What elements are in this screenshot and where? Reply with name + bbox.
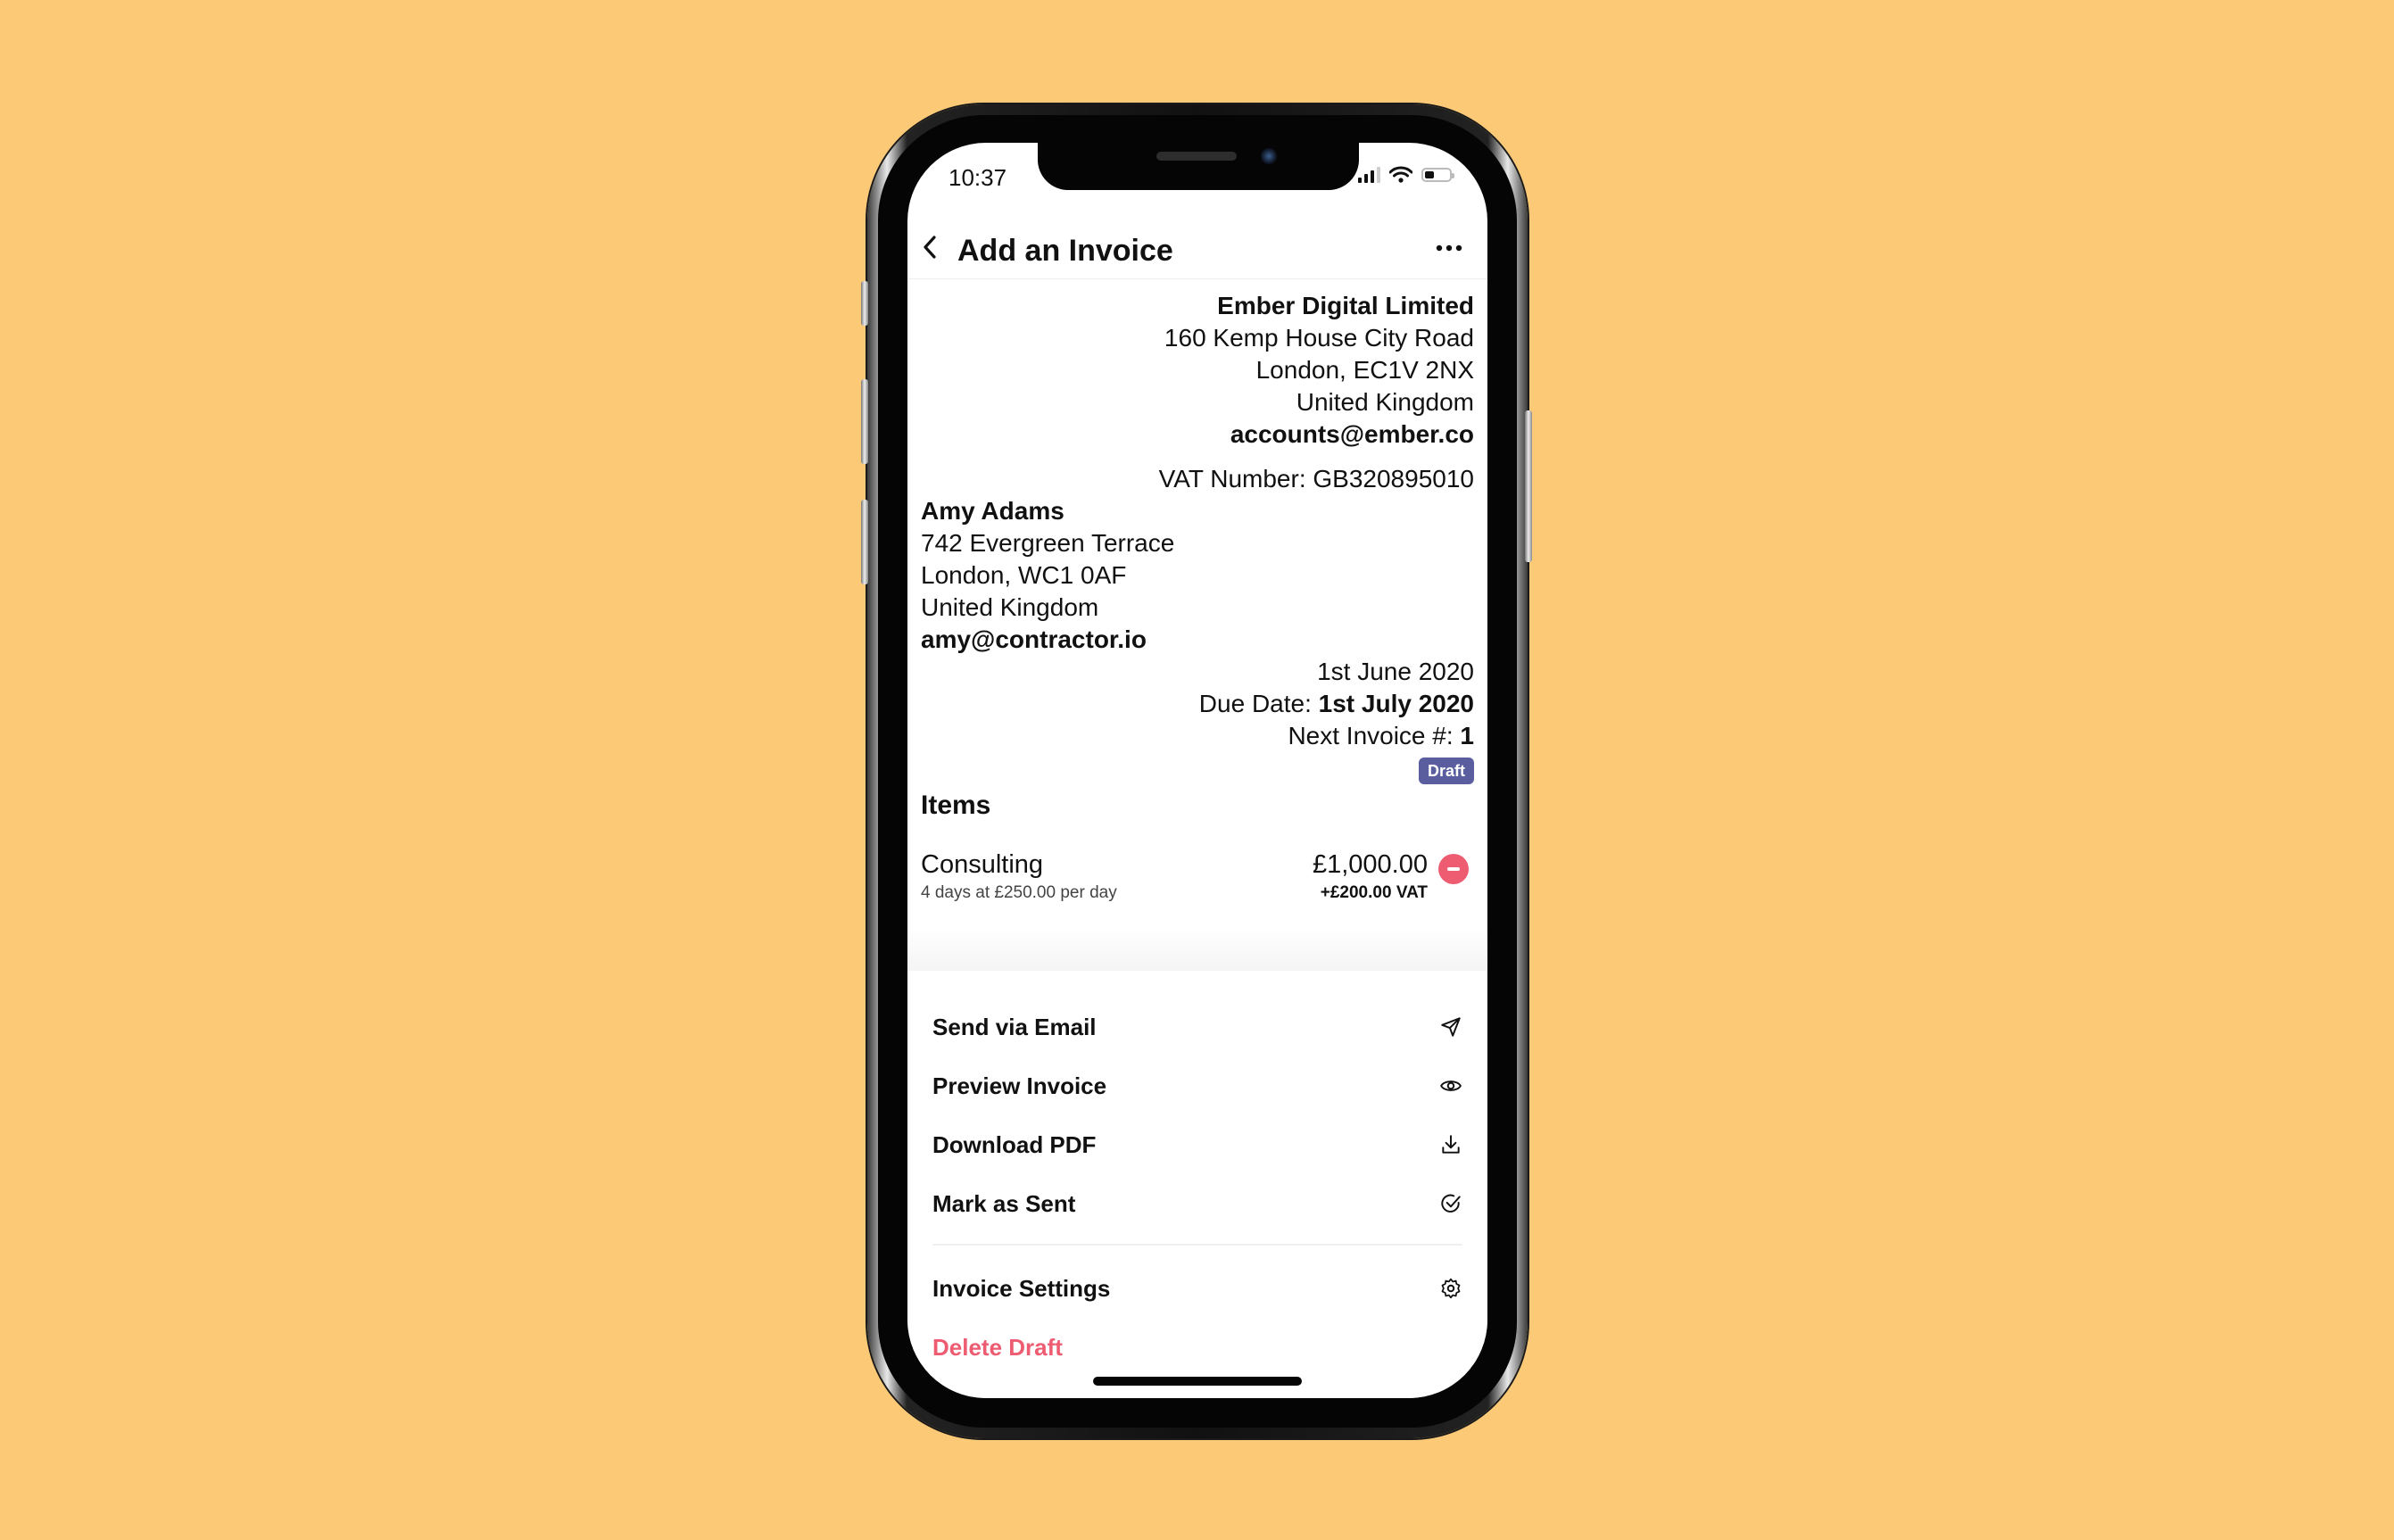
recipient-address-line2: London, WC1 0AF xyxy=(921,561,1127,589)
chevron-left-icon xyxy=(924,236,936,259)
more-options-button[interactable] xyxy=(1434,228,1464,271)
recipient-block: Amy Adams 742 Evergreen Terrace London, … xyxy=(921,495,1474,656)
remove-item-button[interactable] xyxy=(1438,854,1469,884)
sender-address-line1: 160 Kemp House City Road xyxy=(1164,324,1474,352)
status-badge: Draft xyxy=(1418,758,1474,784)
invoice-content: Ember Digital Limited 160 Kemp House Cit… xyxy=(921,290,1474,902)
items-heading: Items xyxy=(921,791,991,820)
item-name: Consulting xyxy=(921,850,1044,879)
action-label: Mark as Sent xyxy=(932,1189,1076,1217)
page-title: Add an Invoice xyxy=(957,234,1173,268)
sender-vat-number: VAT Number: GB320895010 xyxy=(1158,465,1474,493)
recipient-country: United Kingdom xyxy=(921,593,1099,621)
action-label: Invoice Settings xyxy=(932,1274,1111,1302)
recipient-address-line1: 742 Evergreen Terrace xyxy=(921,529,1175,557)
line-item[interactable]: Consulting 4 days at £250.00 per day £1,… xyxy=(921,849,1474,902)
sender-block: Ember Digital Limited 160 Kemp House Cit… xyxy=(921,290,1474,495)
nav-header: Add an Invoice xyxy=(907,225,1487,279)
action-mark-as-sent[interactable]: Mark as Sent xyxy=(932,1181,1462,1226)
status-time: 10:37 xyxy=(948,164,1007,191)
menu-divider xyxy=(932,1244,1462,1246)
volume-down-button xyxy=(861,500,868,584)
action-preview-invoice[interactable]: Preview Invoice xyxy=(932,1064,1462,1108)
action-send-via-email[interactable]: Send via Email xyxy=(932,1005,1462,1049)
sender-address-line2: London, EC1V 2NX xyxy=(1255,356,1474,384)
ellipsis-icon xyxy=(1436,244,1462,252)
mute-switch xyxy=(861,281,868,326)
battery-level xyxy=(1425,171,1434,178)
home-indicator[interactable] xyxy=(1093,1377,1302,1386)
battery-icon xyxy=(1421,168,1454,182)
due-date-label: Due Date: xyxy=(1198,690,1319,717)
notch xyxy=(1038,143,1359,190)
phone-screen: 10:37 Add an Invoice Ember Digital Limit… xyxy=(907,143,1487,1398)
recipient-name: Amy Adams xyxy=(921,497,1064,525)
next-invoice-label: Next Invoice #: xyxy=(1288,722,1461,749)
next-invoice-row: Next Invoice #: 1 xyxy=(921,720,1474,752)
speaker xyxy=(1156,152,1237,161)
action-delete-draft[interactable]: Delete Draft xyxy=(932,1325,1462,1370)
item-amount: £1,000.00 xyxy=(1312,850,1428,879)
gear-icon xyxy=(1441,1278,1461,1299)
action-label: Delete Draft xyxy=(932,1333,1063,1361)
action-invoice-settings[interactable]: Invoice Settings xyxy=(932,1266,1462,1311)
eye-icon xyxy=(1440,1080,1462,1091)
action-label: Send via Email xyxy=(932,1013,1097,1040)
signal-icon xyxy=(1358,167,1380,183)
sender-email: accounts@ember.co xyxy=(1230,420,1474,448)
send-icon xyxy=(1441,1017,1461,1037)
action-label: Preview Invoice xyxy=(932,1072,1107,1099)
volume-up-button xyxy=(861,379,868,464)
sheet-shadow xyxy=(907,926,1487,973)
sender-country: United Kingdom xyxy=(1296,388,1474,416)
action-sheet: Send via Email Preview Invoice Download … xyxy=(907,971,1487,1398)
invoice-meta: 1st June 2020 Due Date: 1st July 2020 Ne… xyxy=(921,656,1474,784)
issue-date: 1st June 2020 xyxy=(1317,658,1474,685)
recipient-email: amy@contractor.io xyxy=(921,625,1147,653)
due-date-value: 1st July 2020 xyxy=(1318,690,1474,717)
action-label: Download PDF xyxy=(932,1130,1097,1158)
action-download-pdf[interactable]: Download PDF xyxy=(932,1122,1462,1167)
item-description: 4 days at £250.00 per day xyxy=(921,883,1117,902)
camera xyxy=(1261,148,1277,164)
sender-name: Ember Digital Limited xyxy=(1217,292,1474,319)
back-button[interactable] xyxy=(920,232,940,270)
power-button xyxy=(1525,410,1532,562)
due-date-row: Due Date: 1st July 2020 xyxy=(921,688,1474,720)
download-icon xyxy=(1442,1135,1460,1154)
item-vat: +£200.00 VAT xyxy=(1320,883,1428,902)
check-circle-icon xyxy=(1441,1194,1461,1213)
wifi-icon xyxy=(1389,166,1412,183)
status-icons xyxy=(1358,166,1454,184)
next-invoice-number: 1 xyxy=(1460,722,1474,749)
